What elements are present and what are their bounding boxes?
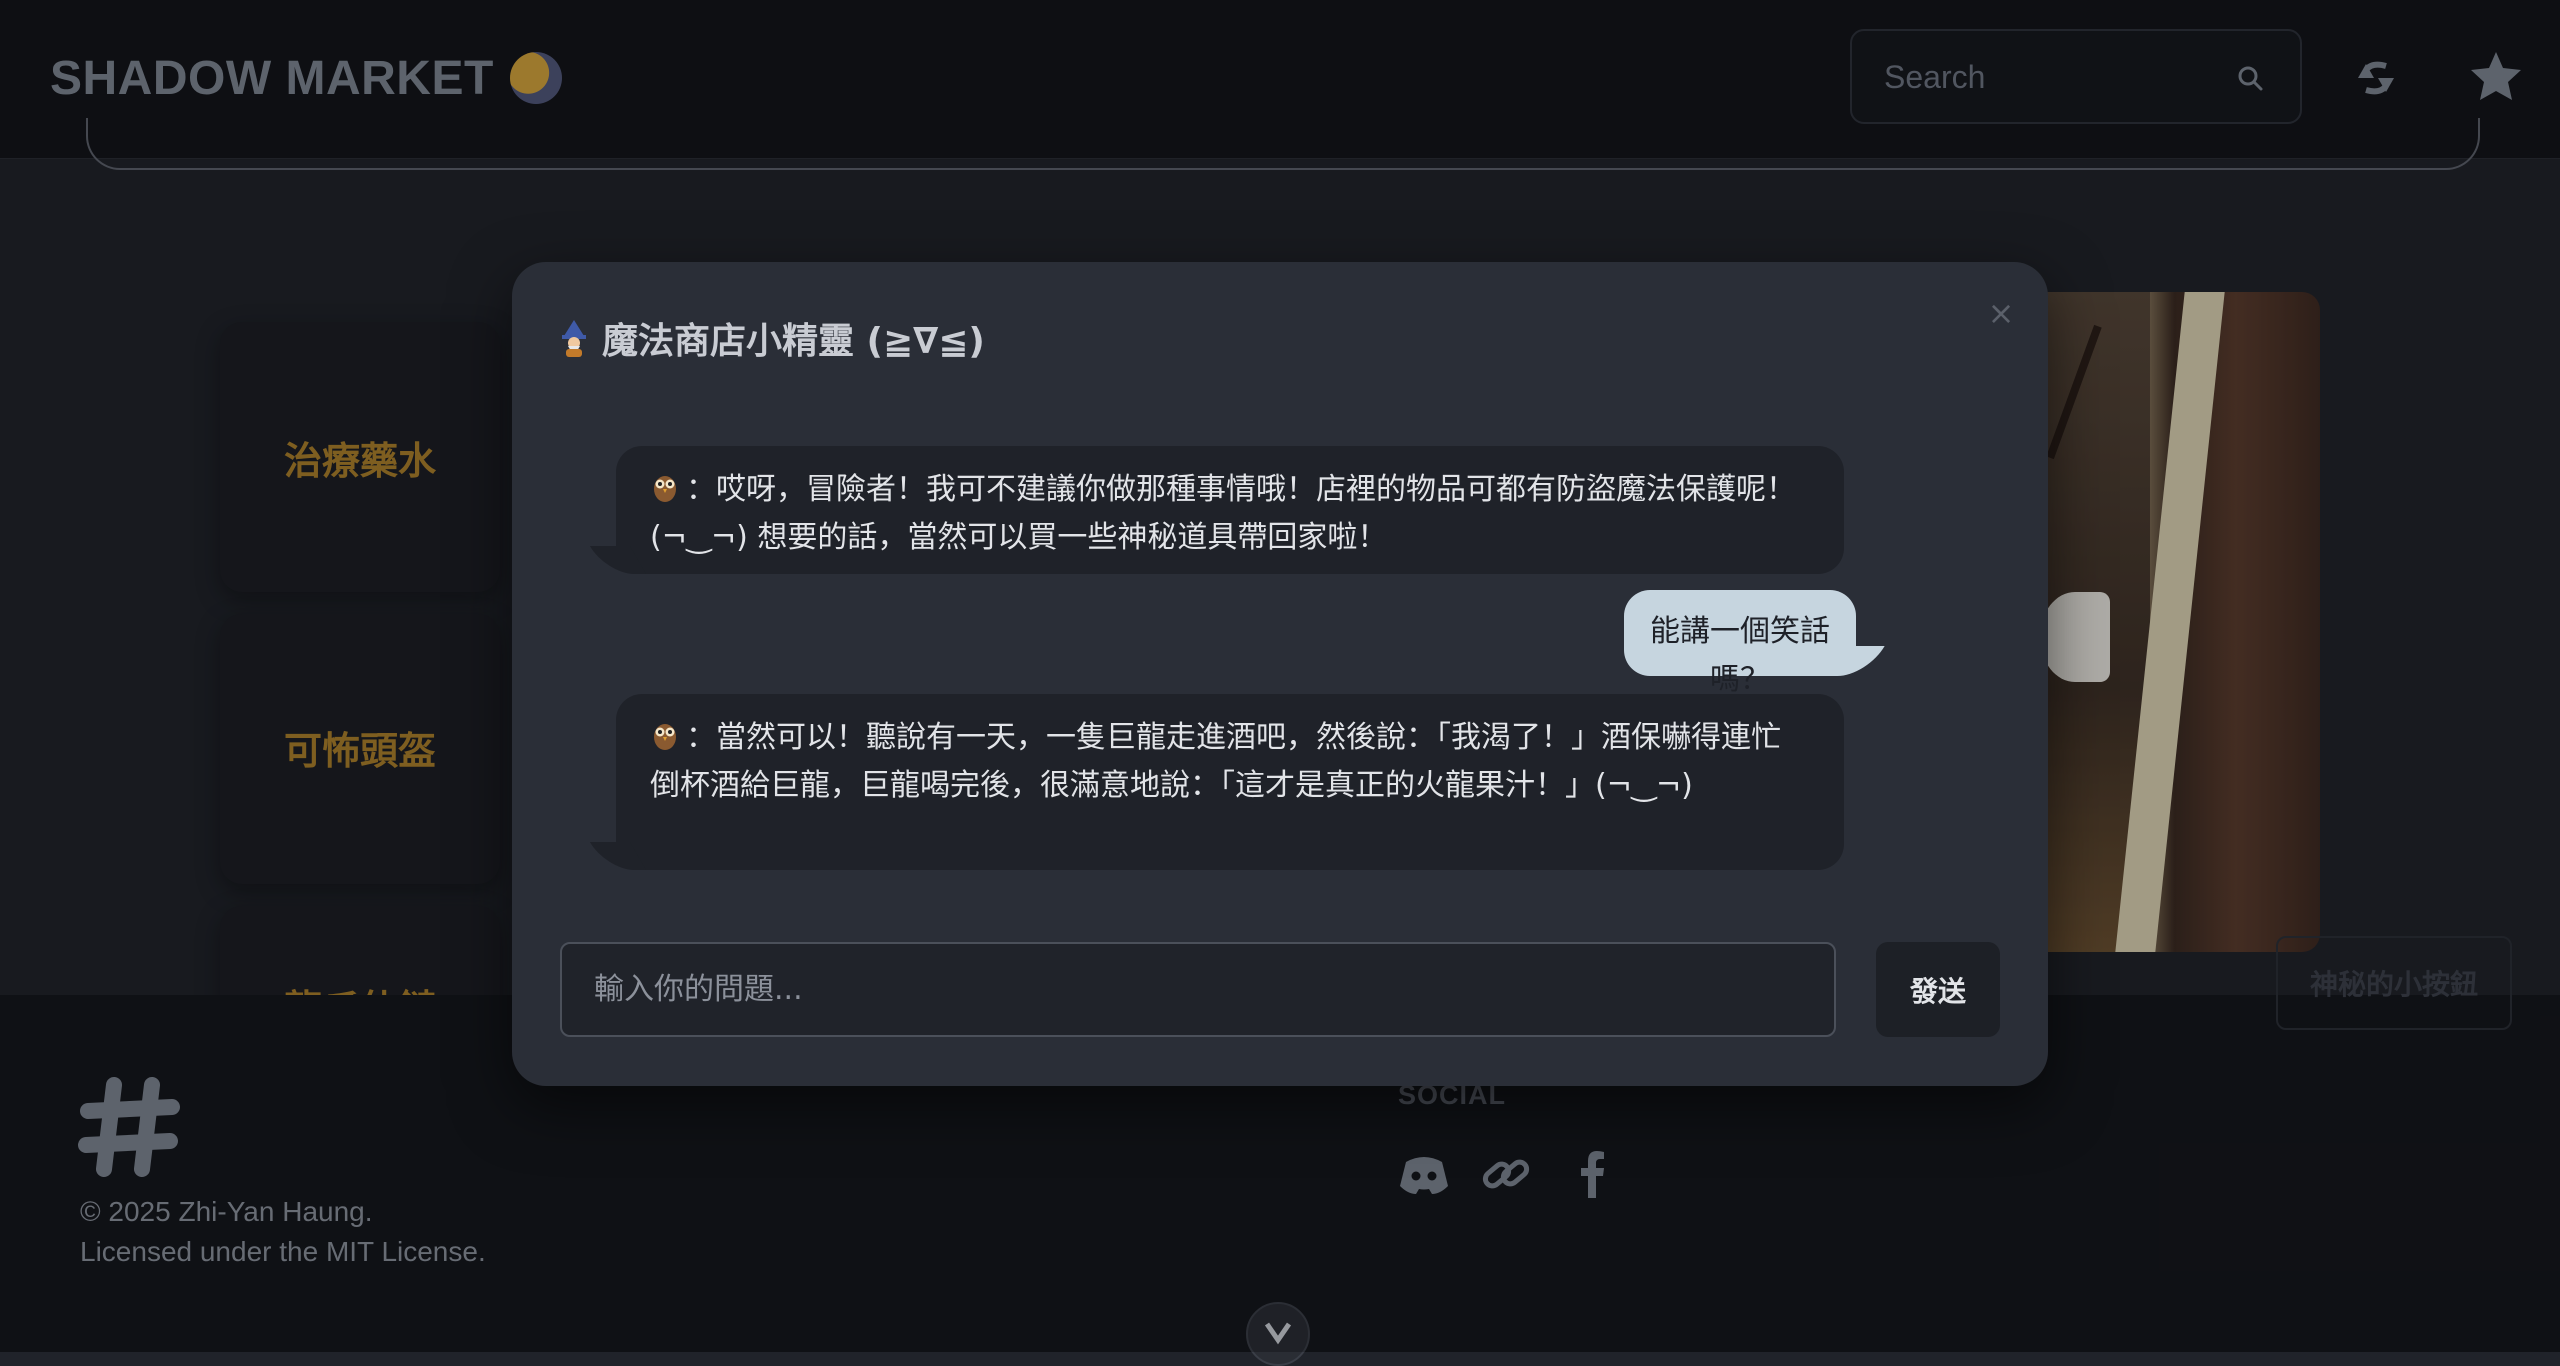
owl-icon [654, 476, 676, 502]
bot-message: ：哎呀，冒險者！我可不建議你做那種事情哦！店裡的物品可都有防盜魔法保護呢！(¬‿… [616, 446, 1844, 574]
chat-input[interactable] [560, 942, 1836, 1037]
chat-title: 魔法商店小精靈 (≧∇≦) [556, 312, 985, 364]
owl-icon [654, 724, 676, 750]
message-text: 哎呀，冒險者！我可不建議你做那種事情哦！店裡的物品可都有防盜魔法保護呢！(¬‿¬… [650, 472, 1796, 555]
send-button[interactable]: 發送 [1876, 942, 2000, 1037]
message-prefix: ： [686, 720, 716, 755]
chat-modal: 魔法商店小精靈 (≧∇≦) × ：哎呀，冒險者！我可不建議你做那種事情哦！店裡的… [512, 262, 2048, 1086]
message-text: 當然可以！聽說有一天，一隻巨龍走進酒吧，然後說：「我渴了！」酒保嚇得連忙倒杯酒給… [650, 720, 1781, 803]
bot-message: ：當然可以！聽說有一天，一隻巨龍走進酒吧，然後說：「我渴了！」酒保嚇得連忙倒杯酒… [616, 694, 1844, 870]
user-message: 能講一個笑話嗎？ [1624, 590, 1856, 697]
chat-title-text: 魔法商店小精靈 (≧∇≦) [602, 321, 985, 362]
message-prefix: ： [686, 472, 716, 507]
wizard-icon [562, 320, 586, 357]
close-button[interactable]: × [1976, 288, 2026, 338]
